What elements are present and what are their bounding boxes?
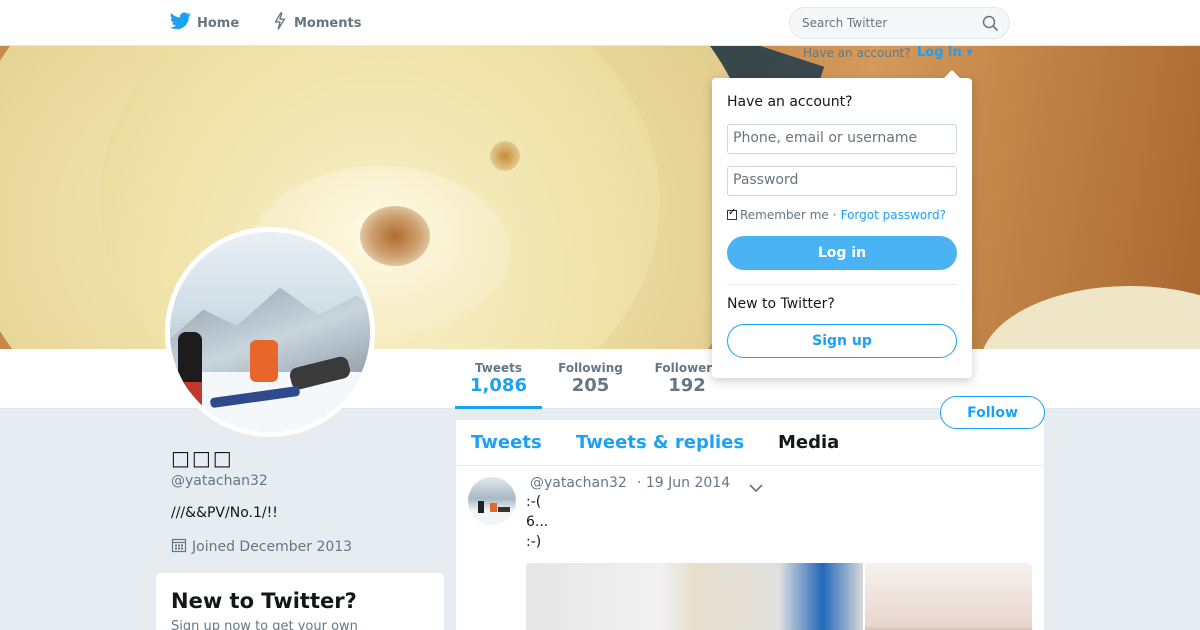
login-hint: Have an account? bbox=[803, 46, 911, 60]
profile-name: □□□ bbox=[171, 446, 234, 470]
login-dropdown: Have an account? Phone, email or usernam… bbox=[712, 70, 972, 378]
calendar-icon bbox=[171, 537, 192, 557]
tweet-handle[interactable]: @yatachan32 bbox=[530, 475, 627, 491]
new-to-twitter-label: New to Twitter? bbox=[727, 296, 835, 312]
tweet-date[interactable]: · 19 Jun 2014 bbox=[637, 475, 730, 491]
stat-tweets[interactable]: Tweets 1,086 bbox=[455, 349, 542, 409]
nav-moments[interactable]: Moments bbox=[272, 0, 361, 46]
profile-avatar[interactable] bbox=[165, 227, 375, 437]
lightning-icon bbox=[272, 12, 294, 34]
login-link-label: Log in bbox=[917, 45, 962, 60]
tab-media[interactable]: Media bbox=[778, 432, 839, 453]
top-navigation: Home Moments Search Twitter bbox=[0, 0, 1200, 46]
timeline: Tweets Tweets & replies Media @yatachan3… bbox=[456, 420, 1044, 630]
profile-bio: ///&&PV/No.1/!! bbox=[171, 505, 278, 521]
search-icon[interactable] bbox=[982, 15, 999, 35]
username-placeholder: Phone, email or username bbox=[733, 130, 918, 146]
login-button[interactable]: Log in bbox=[727, 236, 957, 270]
stat-label: Tweets bbox=[474, 361, 523, 375]
stat-value: 1,086 bbox=[470, 375, 527, 396]
signup-button[interactable]: Sign up bbox=[727, 324, 957, 358]
stat-value: 205 bbox=[571, 375, 610, 396]
tab-tweets-replies[interactable]: Tweets & replies bbox=[576, 432, 744, 453]
remember-label[interactable]: Remember me bbox=[740, 208, 829, 222]
login-dropdown-title: Have an account? bbox=[727, 94, 853, 110]
caret-down-icon: ▾ bbox=[966, 45, 973, 60]
tweet-text-line: :-) bbox=[526, 534, 542, 550]
signup-card: New to Twitter? Sign up now to get your … bbox=[156, 573, 444, 630]
signup-card-title: New to Twitter? bbox=[171, 589, 357, 613]
nav-home-label: Home bbox=[197, 15, 240, 31]
divider bbox=[727, 284, 957, 285]
joined-text: Joined December 2013 bbox=[192, 539, 353, 555]
tweet-media-image[interactable] bbox=[526, 563, 863, 630]
login-dropdown-toggle[interactable]: Log in ▾ bbox=[917, 45, 973, 60]
password-field[interactable]: Password bbox=[727, 166, 957, 196]
stat-label: Following bbox=[558, 361, 623, 375]
signup-card-text: Sign up now to get your own bbox=[171, 619, 358, 630]
tweet-text-line: 6... bbox=[526, 514, 549, 530]
tab-tweets[interactable]: Tweets bbox=[471, 432, 542, 453]
separator-dot: · bbox=[832, 208, 837, 222]
password-placeholder: Password bbox=[733, 172, 799, 188]
search-input[interactable]: Search Twitter bbox=[789, 7, 1010, 39]
remember-row: Remember me · Forgot password? bbox=[727, 207, 946, 222]
tweet-avatar[interactable] bbox=[468, 477, 516, 525]
twitter-bird-icon bbox=[170, 12, 197, 34]
follow-button[interactable]: Follow bbox=[940, 396, 1045, 429]
tweet-media-image[interactable] bbox=[865, 563, 1032, 630]
stat-following[interactable]: Following 205 bbox=[548, 349, 633, 409]
profile-joined: Joined December 2013 bbox=[171, 537, 352, 557]
chevron-down-icon[interactable] bbox=[749, 478, 763, 497]
nav-moments-label: Moments bbox=[294, 15, 362, 31]
username-field[interactable]: Phone, email or username bbox=[727, 124, 957, 154]
nav-home[interactable]: Home bbox=[170, 0, 239, 46]
profile-handle[interactable]: @yatachan32 bbox=[171, 473, 268, 489]
login-hint-text: Have an account? bbox=[803, 46, 911, 60]
search-placeholder: Search Twitter bbox=[802, 16, 888, 30]
stat-value: 192 bbox=[668, 375, 706, 396]
tweet-text-line: :-( bbox=[526, 494, 542, 510]
remember-checkbox[interactable] bbox=[727, 207, 737, 220]
forgot-password-link[interactable]: Forgot password? bbox=[841, 208, 946, 222]
